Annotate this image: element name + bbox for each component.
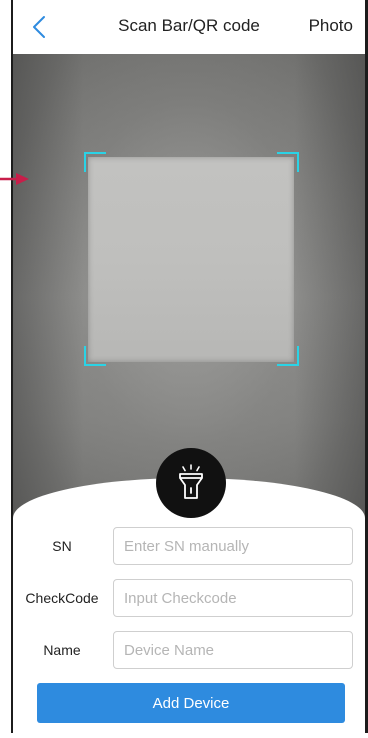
scan-area	[88, 157, 294, 362]
add-device-button[interactable]: Add Device	[37, 683, 345, 723]
scan-frame-corner-bottom-left	[84, 346, 106, 366]
scan-frame-corner-bottom-right	[277, 346, 299, 366]
checkcode-label: CheckCode	[25, 590, 99, 606]
left-frame-border	[11, 0, 13, 733]
checkcode-row: CheckCode	[13, 579, 365, 619]
flashlight-button[interactable]	[156, 448, 226, 518]
checkcode-input[interactable]	[113, 579, 353, 617]
name-label: Name	[43, 642, 81, 658]
sn-label: SN	[52, 538, 72, 554]
scan-frame-corner-top-left	[84, 152, 106, 172]
photo-button[interactable]: Photo	[309, 16, 353, 36]
scan-frame-corner-top-right	[277, 152, 299, 172]
name-row: Name	[13, 631, 365, 671]
sn-row: SN	[13, 527, 365, 567]
sn-input[interactable]	[113, 527, 353, 565]
device-name-input[interactable]	[113, 631, 353, 669]
navigation-bar: Scan Bar/QR code Photo	[13, 0, 365, 54]
flashlight-icon	[179, 464, 203, 499]
arrow-right-icon	[0, 173, 29, 185]
